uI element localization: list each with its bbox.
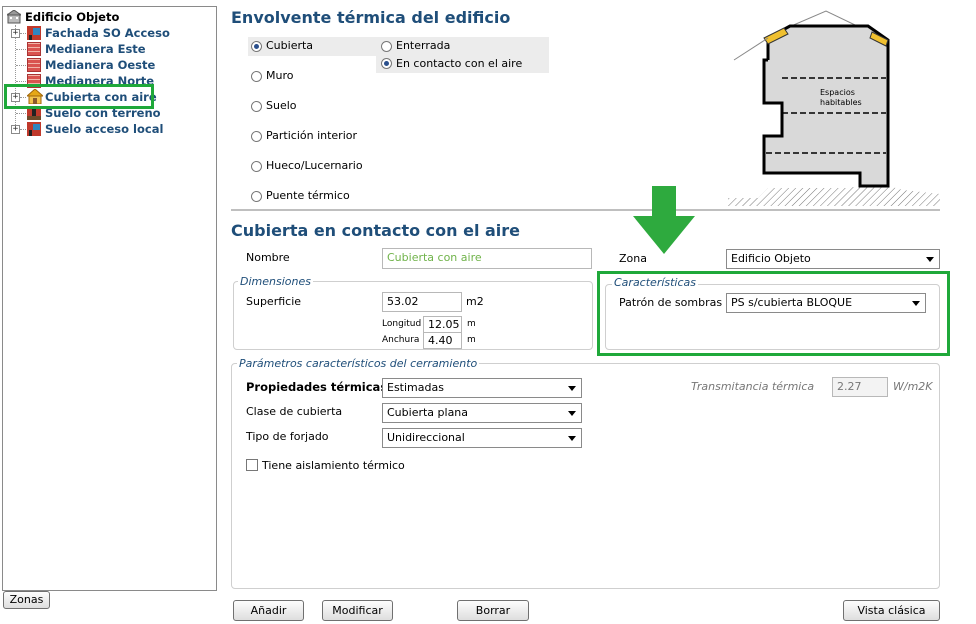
length-label: Longitud <box>382 319 422 329</box>
width-label: Anchura <box>382 335 420 345</box>
type-label: Partición interior <box>266 129 358 142</box>
roof-class-select[interactable]: Cubierta plana <box>382 403 582 423</box>
radio-enterrada[interactable] <box>381 41 392 52</box>
add-button[interactable]: Añadir <box>233 600 304 621</box>
wall-icon <box>27 58 41 72</box>
selection-highlight <box>4 84 154 109</box>
slab-type-select[interactable]: Unidireccional <box>382 428 582 448</box>
zone-select[interactable]: Edificio Objeto <box>726 249 940 269</box>
surface-label: Superficie <box>246 295 302 308</box>
surface-unit: m2 <box>466 295 484 308</box>
radio-puente[interactable] <box>251 191 262 202</box>
section-divider <box>231 209 940 211</box>
detail-title: Cubierta en contacto con el aire <box>231 221 521 240</box>
tree-item-fachada[interactable]: + Fachada SO Acceso <box>3 25 213 41</box>
surface-input[interactable]: 53.02 <box>382 292 462 312</box>
floor-icon <box>27 122 41 136</box>
type-label: Puente térmico <box>266 189 350 202</box>
tree-item-suelo-acceso[interactable]: + Suelo acceso local <box>3 121 213 137</box>
radio-cubierta[interactable] <box>251 41 262 52</box>
transmittance-input: 2.27 <box>832 377 888 397</box>
chevron-down-icon <box>568 386 576 391</box>
width-unit: m <box>467 335 476 345</box>
parameters-legend: Parámetros característicos del cerramien… <box>237 357 480 370</box>
slab-type-label: Tipo de forjado <box>246 430 329 443</box>
tree-item-medianera-oeste[interactable]: Medianera Oeste <box>3 57 213 73</box>
tree-item-label: Medianera Oeste <box>45 58 156 72</box>
radio-hueco[interactable] <box>251 161 262 172</box>
diagram-label: Espacios <box>820 88 855 97</box>
chevron-down-icon <box>568 436 576 441</box>
classic-view-button[interactable]: Vista clásica <box>843 600 940 621</box>
modify-button[interactable]: Modificar <box>322 600 393 621</box>
roof-class-label: Clase de cubierta <box>246 405 343 418</box>
tree-root-label: Edificio Objeto <box>25 10 120 24</box>
zones-button[interactable]: Zonas <box>3 591 50 609</box>
thermal-properties-value: Estimadas <box>387 381 444 394</box>
green-arrow-annotation <box>633 186 695 254</box>
length-input[interactable]: 12.05 <box>423 316 462 333</box>
building-icon <box>5 9 23 24</box>
subtype-label: En contacto con el aire <box>396 57 523 70</box>
slab-type-value: Unidireccional <box>387 431 465 444</box>
characteristics-highlight <box>597 271 950 356</box>
radio-suelo[interactable] <box>251 101 262 112</box>
radio-particion[interactable] <box>251 131 262 142</box>
type-label: Suelo <box>266 99 297 112</box>
tree-item-medianera-este[interactable]: Medianera Este <box>3 41 213 57</box>
tree-item-label: Suelo acceso local <box>45 122 164 136</box>
type-label: Muro <box>266 69 294 82</box>
type-label: Cubierta <box>266 39 314 52</box>
wall-icon <box>27 42 41 56</box>
length-unit: m <box>467 319 476 329</box>
expand-icon[interactable]: + <box>11 29 20 38</box>
dimensions-legend: Dimensiones <box>238 275 313 288</box>
name-input[interactable]: Cubierta con aire <box>382 248 592 269</box>
width-input[interactable]: 4.40 <box>423 332 462 349</box>
thermal-properties-label: Propiedades térmicas <box>246 380 388 394</box>
radio-muro[interactable] <box>251 71 262 82</box>
chevron-down-icon <box>568 411 576 416</box>
tree-item-label: Fachada SO Acceso <box>45 26 170 40</box>
zone-label: Zona <box>619 252 647 265</box>
delete-button[interactable]: Borrar <box>457 600 529 621</box>
chevron-down-icon <box>926 257 934 262</box>
roof-class-value: Cubierta plana <box>387 406 469 419</box>
building-section-diagram: Espacios habitables <box>728 8 940 206</box>
insulation-checkbox[interactable] <box>246 459 258 471</box>
zone-value: Edificio Objeto <box>731 252 811 265</box>
tree-item-label: Medianera Este <box>45 42 146 56</box>
thermal-properties-select[interactable]: Estimadas <box>382 378 582 398</box>
facade-icon <box>27 26 41 40</box>
diagram-label: habitables <box>820 98 862 107</box>
insulation-label: Tiene aislamiento térmico <box>262 459 405 472</box>
subtype-label: Enterrada <box>396 39 451 52</box>
name-label: Nombre <box>246 251 290 264</box>
expand-icon[interactable]: + <box>11 125 20 134</box>
transmittance-label: Transmitancia térmica <box>691 380 815 393</box>
transmittance-unit: W/m2K <box>893 380 933 393</box>
envelope-title: Envolvente térmica del edificio <box>231 8 511 27</box>
radio-contacto-aire[interactable] <box>381 58 392 69</box>
type-label: Hueco/Lucernario <box>266 159 363 172</box>
